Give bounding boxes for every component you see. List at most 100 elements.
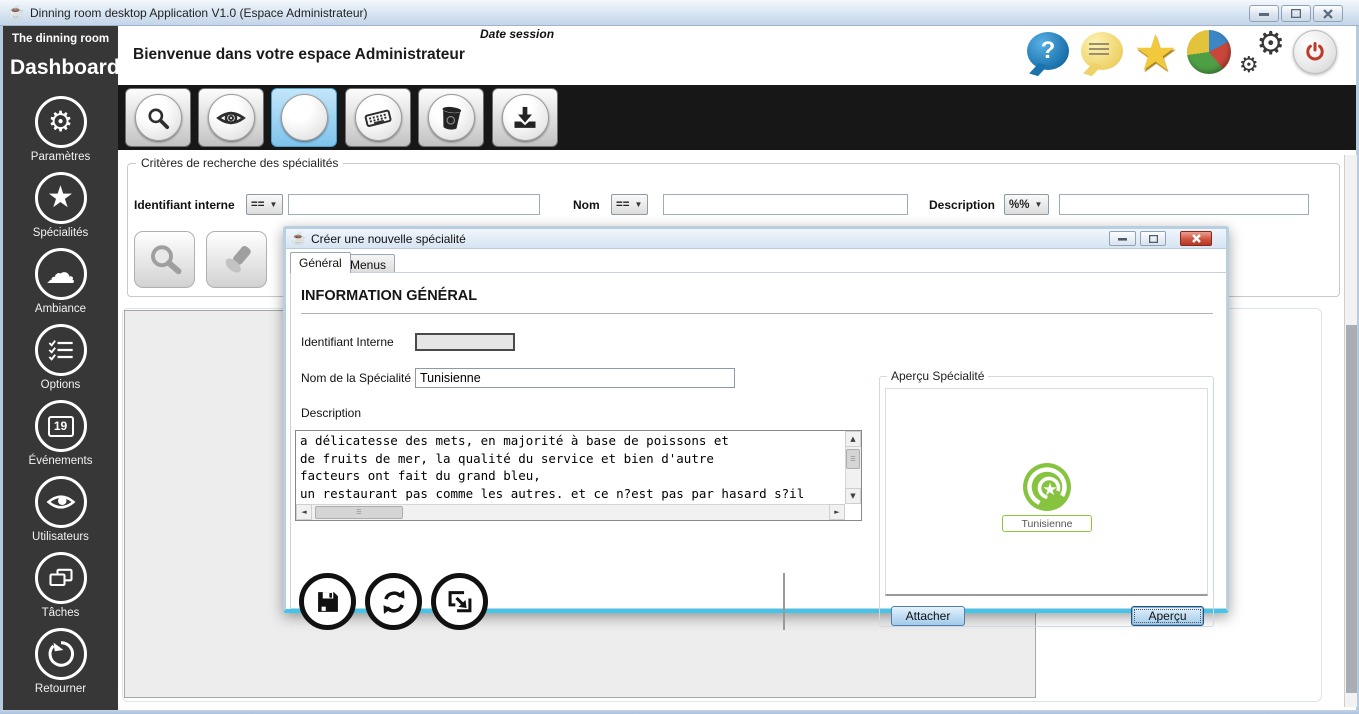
nom-specialite-label: Nom de la Spécialité <box>301 371 411 385</box>
nom-search-input[interactable] <box>663 194 908 215</box>
sidebar-item-parametres[interactable]: ⚙ Paramètres <box>3 96 118 170</box>
java-app-icon: ☕ <box>291 231 306 245</box>
textarea-horizontal-scrollbar[interactable]: ◄ ☰ ► <box>296 504 845 520</box>
refresh-icon <box>380 588 408 616</box>
calendar-day: 19 <box>54 419 67 433</box>
dialog-close-button[interactable] <box>1180 231 1212 246</box>
button-divider <box>783 573 785 630</box>
specialite-logo: ★ <box>1019 460 1075 516</box>
scroll-down-icon[interactable]: ▼ <box>845 488 861 504</box>
tab-general[interactable]: Général <box>290 252 351 273</box>
scrollbar-thumb[interactable] <box>1346 325 1357 693</box>
sidebar: The dinning room Dashboard ⚙ Paramètres … <box>3 26 118 711</box>
close-icon <box>1323 9 1333 19</box>
tasks-icon <box>35 552 87 604</box>
close-icon <box>1192 234 1201 243</box>
save-button[interactable] <box>299 573 356 630</box>
window-titlebar: ☕ Dinning room desktop Application V1.0 … <box>0 0 1359 26</box>
gear-icon: ⚙ <box>35 96 87 148</box>
sidebar-item-taches[interactable]: Tâches <box>3 552 118 626</box>
dialog-minimize-button[interactable] <box>1109 231 1136 246</box>
description-textarea-container: a délicatesse des mets, en majorité à ba… <box>295 430 862 521</box>
maximize-button[interactable] <box>1281 5 1311 22</box>
field-label-identifiant: Identifiant interne <box>134 198 235 212</box>
chevron-down-icon: ▼ <box>634 200 642 209</box>
identifiant-search-input[interactable] <box>288 194 540 215</box>
scrollbar-thumb[interactable]: ☰ <box>846 449 860 469</box>
refresh-button[interactable] <box>365 573 422 630</box>
toolbar-delete-button[interactable] <box>418 88 484 147</box>
minimize-icon <box>1259 12 1269 16</box>
main-vertical-scrollbar[interactable] <box>1344 155 1357 707</box>
sidebar-item-evenements[interactable]: 19 Événements <box>3 400 118 474</box>
actions-toolbar <box>118 85 1356 150</box>
attacher-button[interactable]: Attacher <box>891 606 965 626</box>
operator-select-identifiant[interactable]: ==▼ <box>246 194 283 215</box>
apercu-specialite-group: Aperçu Spécialité ★ Tunisienne Attacher … <box>879 376 1214 627</box>
description-label: Description <box>301 406 361 420</box>
sidebar-item-utilisateurs[interactable]: Utilisateurs <box>3 476 118 550</box>
date-session-label: Date session <box>480 27 554 41</box>
dialog-tab-content: INFORMATION GÉNÉRAL Identifiant Interne … <box>290 272 1227 609</box>
textarea-vertical-scrollbar[interactable]: ▲ ☰ ▼ <box>845 431 861 504</box>
dialog-title: Créer une nouvelle spécialité <box>311 232 466 246</box>
sidebar-item-ambiance[interactable]: ☁ Ambiance <box>3 248 118 322</box>
power-icon <box>1293 30 1337 74</box>
chevron-down-icon: ▼ <box>1034 200 1042 209</box>
toolbar-new-button-active[interactable] <box>271 88 337 147</box>
import-icon <box>502 94 549 141</box>
scroll-left-icon[interactable]: ◄ <box>296 504 312 520</box>
apercu-button[interactable]: Aperçu <box>1131 606 1204 626</box>
minimize-button[interactable] <box>1249 5 1279 22</box>
identifiant-interne-input[interactable] <box>415 333 515 351</box>
sidebar-dashboard-title: Dashboard <box>10 56 120 80</box>
search-icon <box>135 94 182 141</box>
export-button[interactable] <box>431 573 488 630</box>
checklist-icon <box>35 324 87 376</box>
sidebar-brand: The dinning room <box>12 33 109 45</box>
operator-select-nom[interactable]: ==▼ <box>611 194 648 215</box>
sidebar-item-specialites[interactable]: ★ Spécialités <box>3 172 118 246</box>
clouds-icon: ☁ <box>35 248 87 300</box>
close-button[interactable] <box>1313 5 1343 22</box>
sidebar-item-options[interactable]: Options <box>3 324 118 398</box>
search-submit-button[interactable] <box>134 231 195 288</box>
help-icon: ? <box>1027 32 1069 70</box>
java-app-icon: ☕ <box>8 4 24 20</box>
search-icon <box>147 242 183 278</box>
sidebar-item-retourner[interactable]: Retourner <box>3 628 118 702</box>
eye-icon <box>35 476 87 528</box>
chevron-down-icon: ▼ <box>269 200 277 209</box>
scroll-up-icon[interactable]: ▲ <box>845 431 861 447</box>
toolbar-view-button[interactable] <box>198 88 264 147</box>
operator-select-description[interactable]: %%▼ <box>1004 194 1049 215</box>
application-window: ☕ Dinning room desktop Application V1.0 … <box>0 0 1359 714</box>
export-icon <box>446 588 474 616</box>
maximize-icon <box>1149 235 1158 243</box>
stats-icon <box>1187 30 1231 74</box>
toolbar-import-button[interactable] <box>492 88 558 147</box>
nom-specialite-input[interactable] <box>415 368 735 388</box>
description-search-input[interactable] <box>1059 194 1309 215</box>
field-label-nom: Nom <box>573 198 600 212</box>
svg-text:★: ★ <box>1042 480 1057 500</box>
eraser-icon <box>219 242 255 278</box>
messages-button[interactable] <box>1079 30 1125 76</box>
scrollbar-thumb[interactable]: ☰ <box>315 506 403 519</box>
power-button[interactable] <box>1293 30 1339 76</box>
clear-criteria-button[interactable] <box>206 231 267 288</box>
help-button[interactable]: ? <box>1025 30 1071 76</box>
save-icon <box>314 588 342 616</box>
create-specialite-dialog: ☕ Créer une nouvelle spécialité Général … <box>283 226 1229 613</box>
minimize-icon <box>1118 237 1127 241</box>
scroll-right-icon[interactable]: ► <box>829 504 845 520</box>
description-textarea[interactable]: a délicatesse des mets, en majorité à ba… <box>296 431 845 504</box>
dialog-maximize-button[interactable] <box>1140 231 1166 246</box>
stats-button[interactable] <box>1187 30 1233 76</box>
toolbar-edit-button[interactable] <box>345 88 411 147</box>
favorites-button[interactable]: ★ <box>1133 30 1179 76</box>
toolbar-search-button[interactable] <box>125 88 191 147</box>
settings-button[interactable]: ⚙⚙ <box>1239 30 1285 76</box>
apercu-legend: Aperçu Spécialité <box>887 369 988 383</box>
calendar-icon: 19 <box>35 400 87 452</box>
